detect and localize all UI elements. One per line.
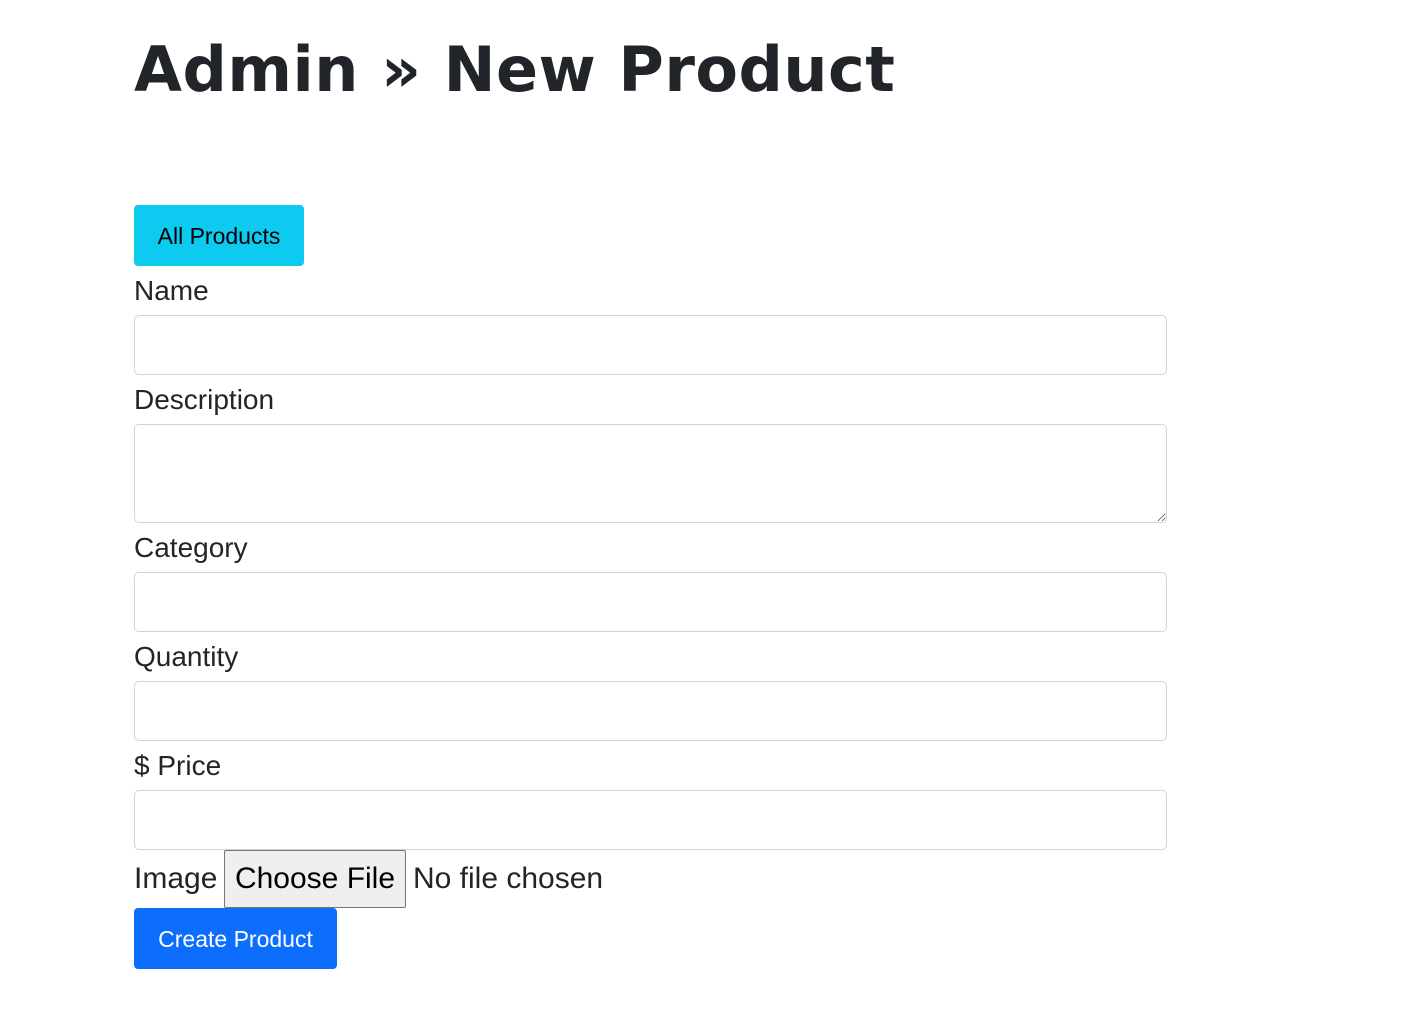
name-label: Name bbox=[134, 275, 209, 306]
price-input[interactable] bbox=[134, 790, 1167, 850]
create-product-button[interactable]: Create Product bbox=[134, 908, 337, 969]
category-input[interactable] bbox=[134, 572, 1167, 632]
quantity-input[interactable] bbox=[134, 681, 1167, 741]
description-textarea[interactable] bbox=[134, 424, 1167, 523]
image-label: Image bbox=[134, 862, 218, 895]
all-products-button[interactable]: All Products bbox=[134, 205, 304, 266]
quantity-label: Quantity bbox=[134, 641, 239, 672]
file-status-text: No file chosen bbox=[413, 862, 604, 895]
choose-file-button[interactable]: Choose File bbox=[224, 850, 406, 908]
price-label: $ Price bbox=[134, 750, 222, 781]
page-title: Admin » New Product bbox=[134, 33, 896, 106]
category-label: Category bbox=[134, 532, 248, 563]
description-label: Description bbox=[134, 384, 275, 415]
name-input[interactable] bbox=[134, 315, 1167, 375]
